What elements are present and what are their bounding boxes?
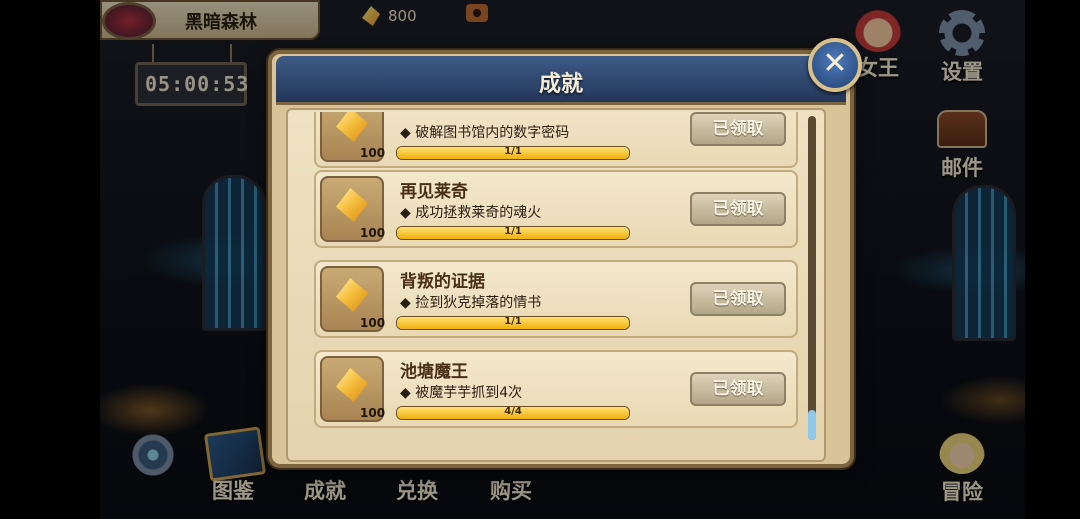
gem-icon <box>336 188 368 222</box>
progress-bar: 4/4 <box>396 406 630 420</box>
progress-bar: 1/1 <box>396 226 630 240</box>
reward-amount: 100 <box>360 226 386 240</box>
claimed-button[interactable]: 已领取 <box>690 372 786 406</box>
close-icon: ✕ <box>822 46 848 81</box>
letterbox-left <box>0 0 100 519</box>
close-button[interactable]: ✕ <box>808 38 862 92</box>
progress-text: 1/1 <box>504 316 522 327</box>
progress-text: 4/4 <box>504 406 522 417</box>
achievement-description: ◆ 被魔芋芋抓到4次 <box>400 385 523 401</box>
achievement-card: 100 背叛的证据 ◆ 捡到狄克掉落的情书 1/1 已领取 <box>314 260 798 338</box>
reward-amount: 100 <box>360 316 386 330</box>
progress-bar: 1/1 <box>396 316 630 330</box>
achievement-card: 100 再见莱奇 ◆ 成功拯救莱奇的魂火 1/1 已领取 <box>314 170 798 248</box>
progress-bar: 1/1 <box>396 146 630 160</box>
gem-icon <box>336 368 368 402</box>
achievement-description: ◆ 成功拯救莱奇的魂火 <box>400 205 542 221</box>
reward-icon-box: 100 <box>320 266 386 332</box>
letterbox-right <box>1025 0 1080 519</box>
claimed-button[interactable]: 已领取 <box>690 112 786 146</box>
achievement-description: ◆ 捡到狄克掉落的情书 <box>400 295 542 311</box>
reward-icon-box: 100 <box>320 176 386 242</box>
claimed-button[interactable]: 已领取 <box>690 192 786 226</box>
gem-icon <box>336 112 368 142</box>
scrollbar-track[interactable] <box>808 116 816 440</box>
dialog-title: 成就 <box>538 72 583 97</box>
achievement-title: 背叛的证据 <box>400 272 485 292</box>
reward-amount: 100 <box>360 406 386 420</box>
claimed-button[interactable]: 已领取 <box>690 282 786 316</box>
reward-amount: 100 <box>360 146 386 160</box>
progress-text: 1/1 <box>504 146 522 157</box>
achievement-title: 池塘魔王 <box>400 362 468 382</box>
scrollbar-thumb[interactable] <box>808 410 816 440</box>
dialog-header: 成就 <box>276 56 846 105</box>
gem-icon <box>336 278 368 312</box>
achievement-title: 再见莱奇 <box>400 182 468 202</box>
progress-text: 1/1 <box>504 226 522 237</box>
reward-icon-box: 100 <box>320 356 386 422</box>
achievement-description: ◆ 破解图书馆内的数字密码 <box>400 125 570 141</box>
achievement-card: 100 池塘魔王 ◆ 被魔芋芋抓到4次 4/4 已领取 <box>314 350 798 428</box>
